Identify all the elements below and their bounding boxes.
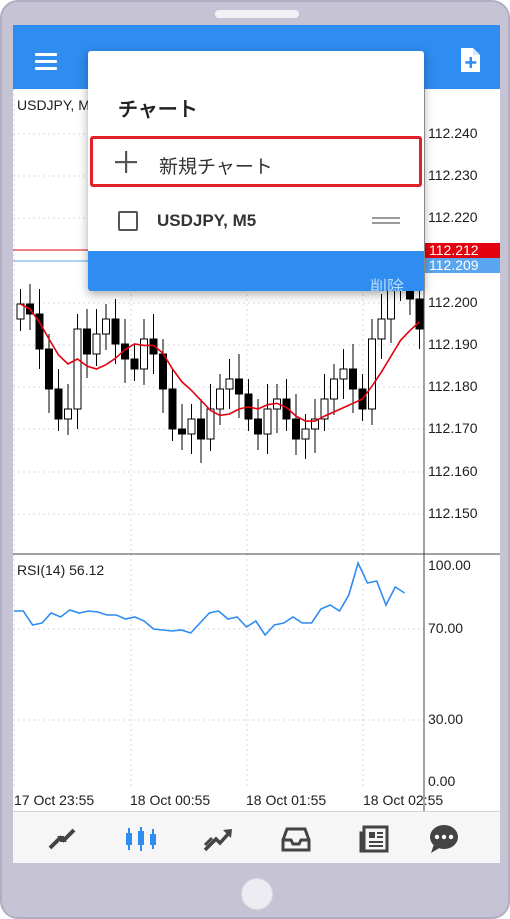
- menu-icon[interactable]: [35, 53, 57, 70]
- quotes-icon[interactable]: [45, 824, 79, 854]
- price-tick: 112.230: [428, 167, 478, 183]
- candle-body: [159, 353, 167, 390]
- price-tick: 112.150: [428, 505, 478, 521]
- rsi-tick: 100.00: [428, 557, 471, 573]
- candle-body: [206, 408, 215, 440]
- candle-body: [73, 328, 82, 410]
- candle-body: [111, 318, 120, 345]
- chat-icon[interactable]: [427, 824, 461, 854]
- price-tick: 112.200: [428, 294, 478, 310]
- chart-checkbox[interactable]: [118, 211, 138, 231]
- candle-body: [130, 358, 139, 370]
- symbol-label: USDJPY, M: [17, 97, 90, 113]
- new-document-icon[interactable]: [459, 47, 481, 73]
- candle-body: [349, 368, 357, 390]
- ask-price-badge: 112.209: [425, 258, 500, 273]
- rsi-title: RSI(14) 56.12: [17, 562, 105, 578]
- candle-body: [16, 303, 25, 320]
- price-tick: 112.180: [428, 378, 478, 394]
- time-tick: 18 Oct 02:55: [363, 792, 444, 808]
- candle-body: [263, 408, 272, 435]
- candle-body: [225, 378, 234, 390]
- price-tick: 112.240: [428, 125, 478, 141]
- time-tick: 18 Oct 01:55: [246, 792, 327, 808]
- candle-body: [216, 388, 224, 410]
- home-button[interactable]: [241, 878, 273, 910]
- candle-body: [187, 418, 196, 435]
- candle-body: [377, 318, 386, 340]
- price-tick: 112.220: [428, 209, 478, 225]
- candle-body: [45, 348, 53, 390]
- news-icon[interactable]: [357, 824, 391, 854]
- chart-icon[interactable]: [124, 824, 158, 854]
- candle-body: [102, 318, 110, 335]
- drag-handle-icon[interactable]: [372, 217, 400, 229]
- candle-body: [301, 428, 310, 440]
- trade-icon[interactable]: [201, 824, 235, 854]
- candle-body: [197, 418, 205, 440]
- rsi-tick: 30.00: [428, 711, 464, 727]
- new-chart-button[interactable]: 新規チャート: [90, 136, 422, 187]
- candle-body: [330, 378, 338, 400]
- time-tick: 18 Oct 00:55: [130, 792, 211, 808]
- candle-body: [339, 368, 348, 380]
- candle-body: [178, 428, 186, 435]
- delete-button[interactable]: 削除: [370, 273, 404, 291]
- screen: USDJPY, M 112.240 112.230 112.220 112.20…: [13, 25, 500, 863]
- price-tick: 112.190: [428, 336, 478, 352]
- rsi-tick: 70.00: [428, 620, 464, 636]
- candle-body: [254, 418, 262, 435]
- candle-body: [292, 418, 300, 440]
- bottom-navigation: [13, 811, 500, 863]
- price-tick: 112.160: [428, 463, 478, 479]
- candle-body: [83, 328, 91, 355]
- popup-title: チャート: [118, 99, 198, 121]
- new-chart-label: 新規チャート: [159, 157, 273, 178]
- bid-price-badge: 112.212: [425, 243, 500, 258]
- time-tick: 17 Oct 23:55: [14, 792, 95, 808]
- candle-body: [54, 388, 63, 420]
- chart-menu-popup: チャート 新規チャート USDJPY, M5 削除: [88, 51, 424, 291]
- chart-list-item-label: USDJPY, M5: [157, 211, 257, 230]
- speaker-grille: [215, 10, 299, 18]
- history-icon[interactable]: [279, 824, 313, 854]
- device-frame: USDJPY, M 112.240 112.230 112.220 112.20…: [0, 0, 510, 919]
- candle-body: [235, 378, 243, 395]
- rsi-tick: 0.00: [428, 773, 456, 789]
- plus-icon: [115, 151, 137, 173]
- candle-body: [368, 338, 376, 410]
- candle-body: [168, 388, 177, 430]
- chart-list-item[interactable]: USDJPY, M5: [88, 197, 424, 251]
- candle-body: [92, 333, 101, 355]
- price-tick: 112.170: [428, 420, 478, 436]
- candle-body: [64, 408, 72, 420]
- candle-body: [387, 288, 395, 320]
- candle-body: [140, 338, 148, 370]
- delete-bar: 削除: [88, 251, 424, 291]
